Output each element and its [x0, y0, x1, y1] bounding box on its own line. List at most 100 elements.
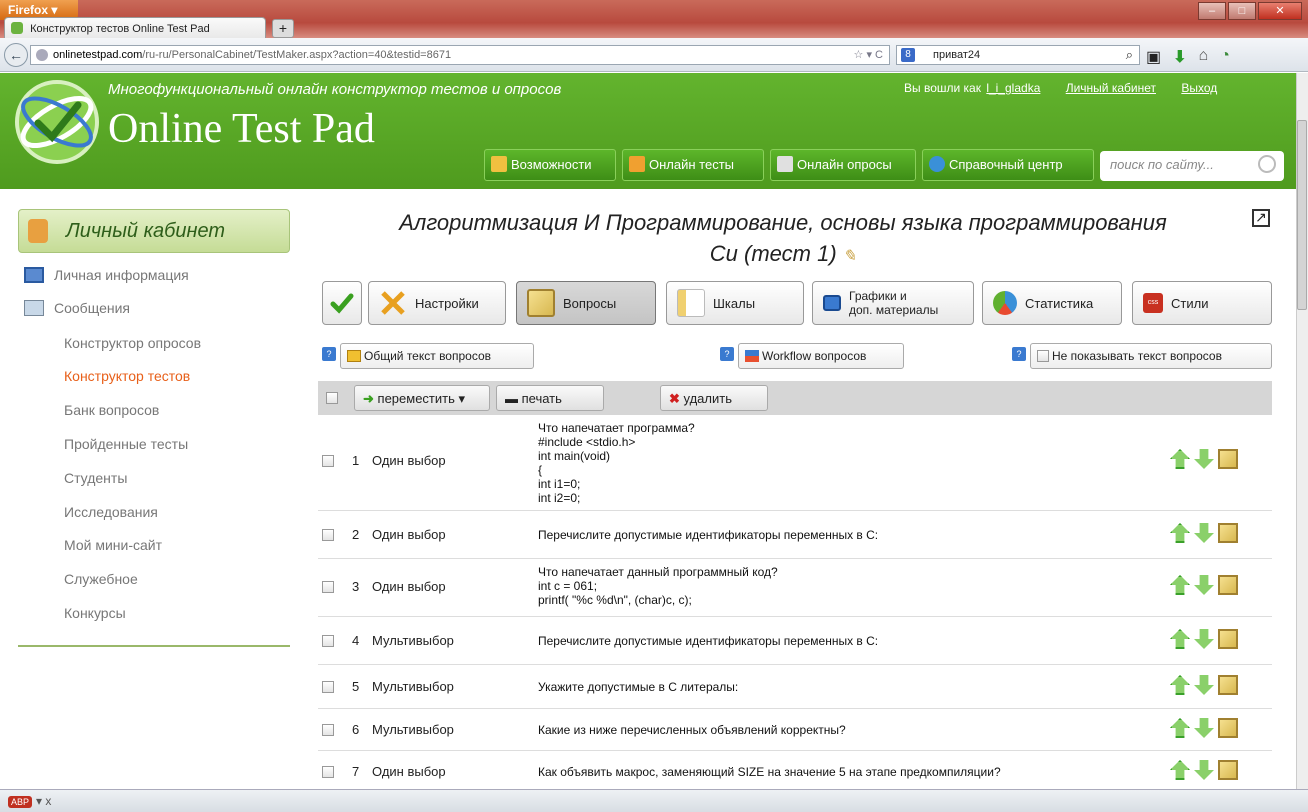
row-checkbox[interactable]: [322, 681, 334, 693]
hide-text-checkbox[interactable]: [1037, 350, 1049, 362]
nav-online-polls[interactable]: Онлайн опросы: [770, 149, 916, 181]
edit-title-icon[interactable]: ✎: [843, 248, 856, 265]
question-text[interactable]: Как объявить макрос, заменяющий SIZE на …: [538, 765, 1001, 779]
sidebar-item-poll-builder[interactable]: Конструктор опросов: [64, 335, 201, 359]
nav-help-center[interactable]: Справочный центр: [922, 149, 1094, 181]
edit-icon[interactable]: [1218, 575, 1238, 595]
search-engine-icon[interactable]: 8: [901, 48, 915, 62]
tab-scales[interactable]: Шкалы: [666, 281, 804, 325]
tab-styles[interactable]: css Стили: [1132, 281, 1272, 325]
expand-icon[interactable]: ↗: [1252, 209, 1270, 227]
move-down-icon[interactable]: [1194, 629, 1214, 649]
close-icon[interactable]: ✕: [1258, 2, 1302, 20]
logout-link[interactable]: Выход: [1181, 81, 1217, 95]
move-down-icon[interactable]: [1194, 523, 1214, 543]
help-icon[interactable]: ?: [720, 347, 734, 361]
username-link[interactable]: l_i_gladka: [986, 81, 1040, 95]
sidebar-item-messages[interactable]: Сообщения: [18, 300, 130, 324]
question-text[interactable]: Перечислите допустимые идентификаторы пе…: [538, 528, 878, 542]
help-icon[interactable]: ?: [322, 347, 336, 361]
move-button[interactable]: ➜ переместить ▾: [354, 385, 490, 411]
question-text[interactable]: Какие из ниже перечисленных объявлений к…: [538, 723, 846, 737]
workflow-button[interactable]: Workflow вопросов: [738, 343, 904, 369]
table-row[interactable]: 2 Один выбор Перечислите допустимые иден…: [318, 511, 1272, 559]
row-checkbox[interactable]: [322, 529, 334, 541]
move-down-icon[interactable]: [1194, 718, 1214, 738]
sidebar-item-mini-site[interactable]: Мой мини-сайт: [64, 537, 162, 561]
move-up-icon[interactable]: [1170, 629, 1190, 649]
move-up-icon[interactable]: [1170, 675, 1190, 695]
site-logo[interactable]: [12, 77, 102, 167]
maximize-icon[interactable]: □: [1228, 2, 1256, 20]
cabinet-link[interactable]: Личный кабинет: [1066, 81, 1156, 95]
row-checkbox[interactable]: [322, 766, 334, 778]
question-text[interactable]: Что напечатает данный программный код? i…: [538, 565, 778, 607]
sidebar-item-test-builder[interactable]: Конструктор тестов: [64, 368, 190, 392]
edit-icon[interactable]: [1218, 449, 1238, 469]
move-up-icon[interactable]: [1170, 575, 1190, 595]
url-bar[interactable]: onlinetestpad.com/ru-ru/PersonalCabinet/…: [30, 45, 890, 65]
search-icon[interactable]: [1258, 155, 1276, 173]
bookmarks-icon[interactable]: ▣: [1146, 47, 1161, 67]
sidebar-item-question-bank[interactable]: Банк вопросов: [64, 402, 159, 426]
status-close[interactable]: x: [45, 794, 51, 808]
table-row[interactable]: 3 Один выбор Что напечатает данный прогр…: [318, 559, 1272, 617]
hide-text-toggle[interactable]: Не показывать текст вопросов: [1030, 343, 1272, 369]
browser-tab[interactable]: Конструктор тестов Online Test Pad: [4, 17, 266, 39]
sidebar-item-students[interactable]: Студенты: [64, 470, 127, 494]
tab-statistics[interactable]: Статистика: [982, 281, 1122, 325]
tab-graphics[interactable]: Графики и доп. материалы: [812, 281, 974, 325]
tab-questions[interactable]: Вопросы: [516, 281, 656, 325]
delete-button[interactable]: ✖ удалить: [660, 385, 768, 411]
move-up-icon[interactable]: [1170, 760, 1190, 780]
scrollbar-thumb[interactable]: [1297, 120, 1307, 310]
question-text[interactable]: Перечислите допустимые идентификаторы пе…: [538, 634, 878, 648]
download-icon[interactable]: ⬇: [1173, 47, 1186, 67]
nav-online-tests[interactable]: Онлайн тесты: [622, 149, 764, 181]
edit-icon[interactable]: [1218, 629, 1238, 649]
table-row[interactable]: 4 Мультивыбор Перечислите допустимые иде…: [318, 617, 1272, 665]
save-button[interactable]: [322, 281, 362, 325]
site-identity-icon[interactable]: [36, 49, 48, 61]
question-text[interactable]: Укажите допустимые в С литералы:: [538, 680, 738, 694]
help-icon[interactable]: ?: [1012, 347, 1026, 361]
sidebar-item-passed-tests[interactable]: Пройденные тесты: [64, 436, 188, 460]
sidebar-item-personal-info[interactable]: Личная информация: [18, 267, 189, 291]
common-text-button[interactable]: Общий текст вопросов: [340, 343, 534, 369]
table-row[interactable]: 6 Мультивыбор Какие из ниже перечисленны…: [318, 709, 1272, 751]
tab-settings[interactable]: Настройки: [368, 281, 506, 325]
edit-icon[interactable]: [1218, 523, 1238, 543]
move-up-icon[interactable]: [1170, 718, 1190, 738]
move-up-icon[interactable]: [1170, 523, 1190, 543]
bookmark-star-icon[interactable]: ☆ ▾ C: [854, 48, 883, 61]
site-brand[interactable]: Online Test Pad: [108, 105, 375, 153]
move-down-icon[interactable]: [1194, 449, 1214, 469]
addon-icon[interactable]: ABP: [8, 796, 33, 808]
sidebar-item-research[interactable]: Исследования: [64, 504, 158, 528]
move-down-icon[interactable]: [1194, 575, 1214, 595]
home-icon[interactable]: ⌂: [1199, 47, 1209, 67]
move-up-icon[interactable]: [1170, 449, 1190, 469]
row-checkbox[interactable]: [322, 455, 334, 467]
new-tab-button[interactable]: +: [272, 19, 294, 38]
extension-icon[interactable]: ◔: [1220, 47, 1230, 67]
row-checkbox[interactable]: [322, 581, 334, 593]
site-search-input[interactable]: поиск по сайту...: [1100, 151, 1284, 181]
table-row[interactable]: 7 Один выбор Как объявить макрос, заменя…: [318, 751, 1272, 789]
edit-icon[interactable]: [1218, 675, 1238, 695]
sidebar-item-contests[interactable]: Конкурсы: [64, 605, 126, 629]
nav-features[interactable]: Возможности: [484, 149, 616, 181]
minimize-icon[interactable]: –: [1198, 2, 1226, 20]
table-row[interactable]: 5 Мультивыбор Укажите допустимые в С лит…: [318, 665, 1272, 709]
table-row[interactable]: 1 Один выбор Что напечатает программа? #…: [318, 415, 1272, 511]
row-checkbox[interactable]: [322, 724, 334, 736]
row-checkbox[interactable]: [322, 635, 334, 647]
search-icon[interactable]: ⌕: [1126, 47, 1133, 63]
move-down-icon[interactable]: [1194, 675, 1214, 695]
print-button[interactable]: ▬ печать: [496, 385, 604, 411]
edit-icon[interactable]: [1218, 760, 1238, 780]
edit-icon[interactable]: [1218, 718, 1238, 738]
sidebar-item-service[interactable]: Служебное: [64, 571, 138, 595]
move-down-icon[interactable]: [1194, 760, 1214, 780]
browser-search-bar[interactable]: 8 приват24 ⌕: [896, 45, 1140, 65]
